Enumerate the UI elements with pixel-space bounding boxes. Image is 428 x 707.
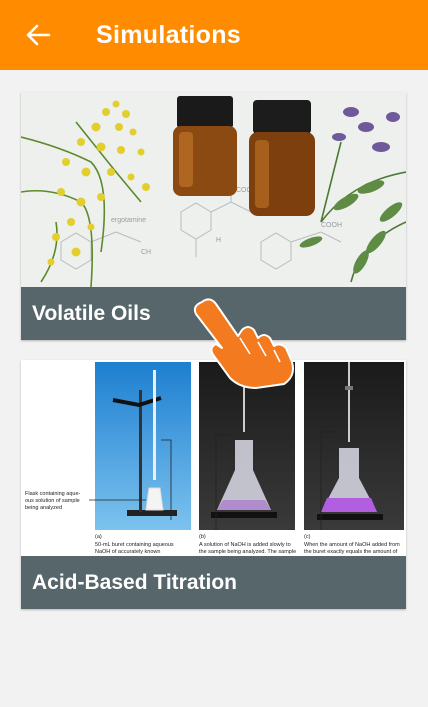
caption-c-line1: When the amount of NaOH added from bbox=[304, 542, 400, 548]
svg-text:COOH: COOH bbox=[321, 222, 342, 229]
card-label-bar: Acid-Based Titration bbox=[21, 556, 406, 609]
caption-side-line2: ous solution of sample bbox=[25, 498, 80, 504]
svg-text:H: H bbox=[216, 237, 221, 244]
caption-a-line2: NaOH of accurately known bbox=[95, 549, 160, 555]
app-bar: Simulations bbox=[0, 0, 428, 70]
svg-text:CH: CH bbox=[141, 249, 151, 256]
card-label-bar: Volatile Oils bbox=[21, 287, 406, 340]
caption-c-letter: (c) bbox=[304, 534, 311, 540]
page-title: Simulations bbox=[96, 20, 241, 49]
caption-a-letter: (a) bbox=[95, 534, 102, 540]
essential-oils-photo: H COOH CH COOH ergotamine bbox=[21, 92, 406, 287]
arrow-left-icon bbox=[26, 24, 51, 46]
caption-b-line2: the sample being analyzed. The sample bbox=[199, 549, 296, 555]
simulation-card-volatile-oils[interactable]: H COOH CH COOH ergotamine Volatile Oils bbox=[21, 92, 406, 340]
card-title: Acid-Based Titration bbox=[32, 570, 237, 594]
caption-side-line1: Flask containing aque- bbox=[25, 491, 81, 497]
caption-c-line2: the buret exactly equals the amount of bbox=[304, 549, 398, 555]
titration-photo: Flask containing aque- ous solution of s… bbox=[21, 360, 406, 556]
simulation-card-acid-based-titration[interactable]: Flask containing aque- ous solution of s… bbox=[21, 360, 406, 609]
caption-b-line1: A solution of NaOH is added slowly to bbox=[199, 542, 291, 548]
caption-b-letter: (b) bbox=[199, 534, 206, 540]
back-button[interactable] bbox=[20, 17, 56, 53]
caption-side-line3: being analyzed bbox=[25, 505, 62, 511]
caption-a-line1: 50-mL buret containing aqueous bbox=[95, 542, 174, 548]
svg-text:ergotamine: ergotamine bbox=[111, 217, 146, 224]
card-title: Volatile Oils bbox=[32, 301, 151, 325]
